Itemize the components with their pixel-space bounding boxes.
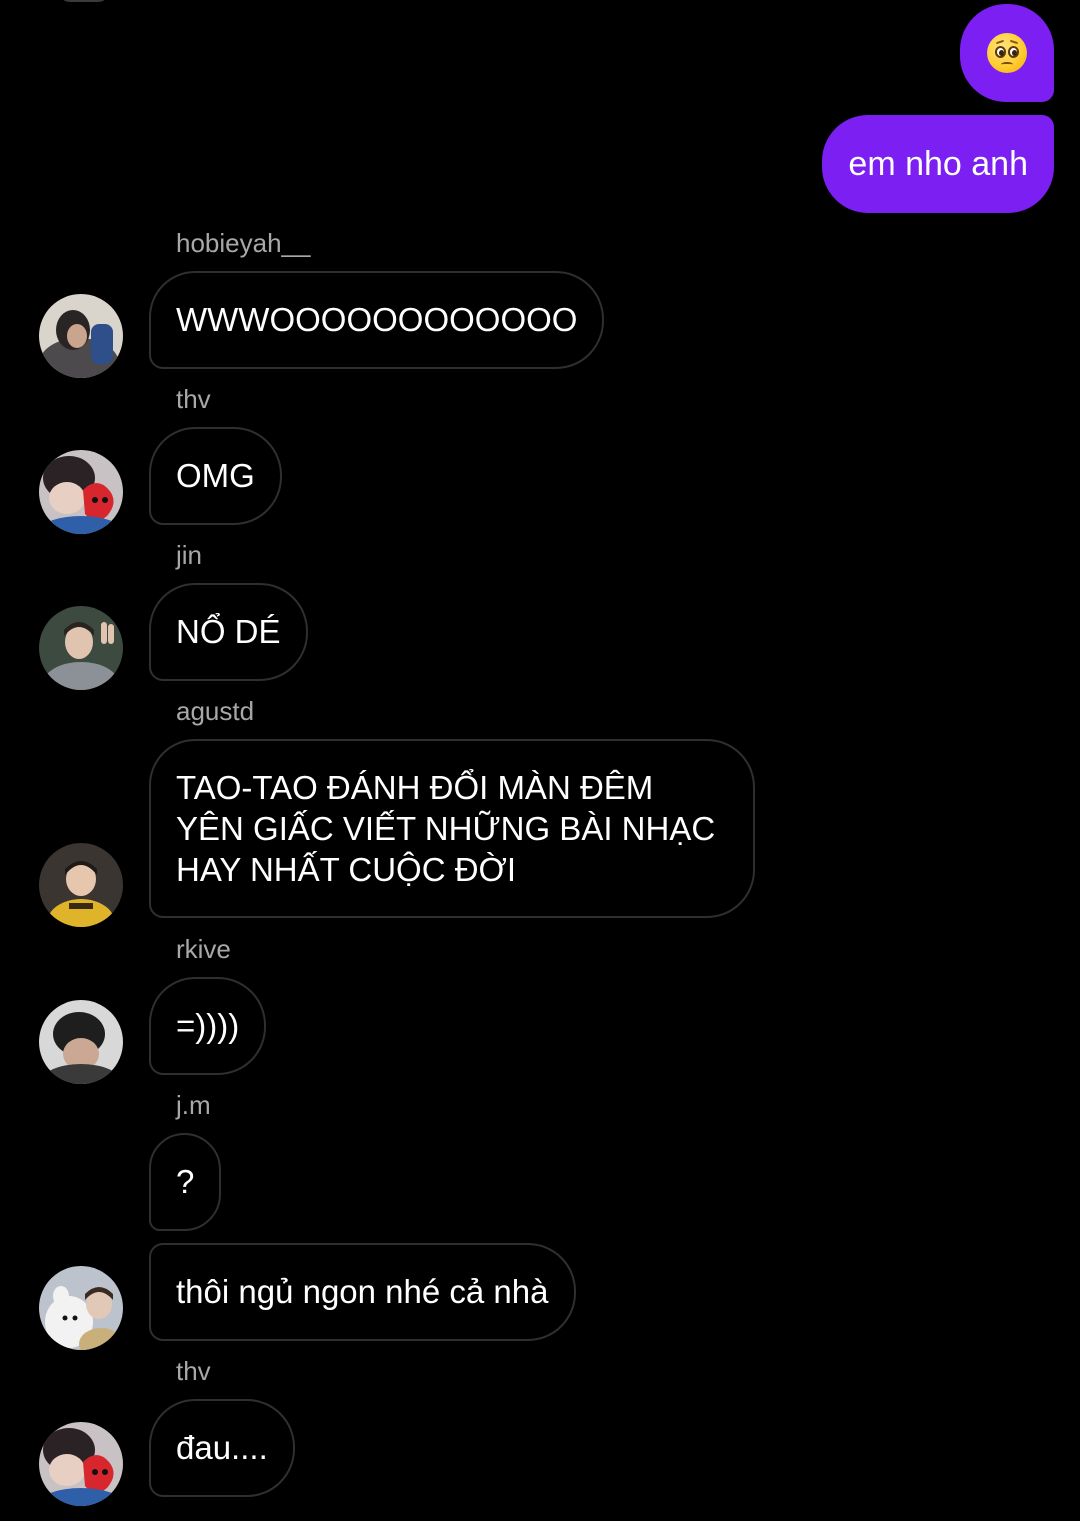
sender-username: thv: [176, 1356, 211, 1386]
message-bubble[interactable]: =)))): [149, 977, 267, 1075]
message-bubble[interactable]: OMG: [149, 427, 282, 525]
sender-username: j.m: [176, 1090, 211, 1120]
sent-emoji-message[interactable]: [960, 4, 1054, 102]
sender-avatar[interactable]: [39, 1422, 123, 1506]
message-bubble[interactable]: WWWOOOOOOOOOOOO: [149, 271, 605, 369]
sender-avatar[interactable]: [39, 294, 123, 378]
sender-avatar[interactable]: [39, 606, 123, 690]
sender-avatar[interactable]: [39, 1266, 123, 1350]
message-bubble[interactable]: NỔ DÉ: [149, 583, 308, 681]
previous-avatar-edge: [58, 0, 110, 2]
sender-avatar[interactable]: [39, 1000, 123, 1084]
message-bubble[interactable]: TAO-TAO ĐÁNH ĐỔI MÀN ĐÊM YÊN GIẤC VIẾT N…: [149, 739, 755, 918]
sender-avatar[interactable]: [39, 843, 123, 927]
sender-username: hobieyah__: [176, 228, 311, 258]
message-bubble[interactable]: đau....: [149, 1399, 295, 1497]
sender-username: agustd: [176, 696, 255, 726]
sender-username: rkive: [176, 934, 231, 964]
sender-username: jin: [176, 540, 203, 570]
message-bubble[interactable]: ?: [149, 1133, 222, 1231]
message-bubble[interactable]: thôi ngủ ngon nhé cả nhà: [149, 1243, 576, 1341]
pleading-face-emoji-icon: [987, 33, 1027, 73]
sender-avatar[interactable]: [39, 450, 123, 534]
sender-username: thv: [176, 384, 211, 414]
sent-text-message[interactable]: em nho anh: [822, 115, 1054, 213]
